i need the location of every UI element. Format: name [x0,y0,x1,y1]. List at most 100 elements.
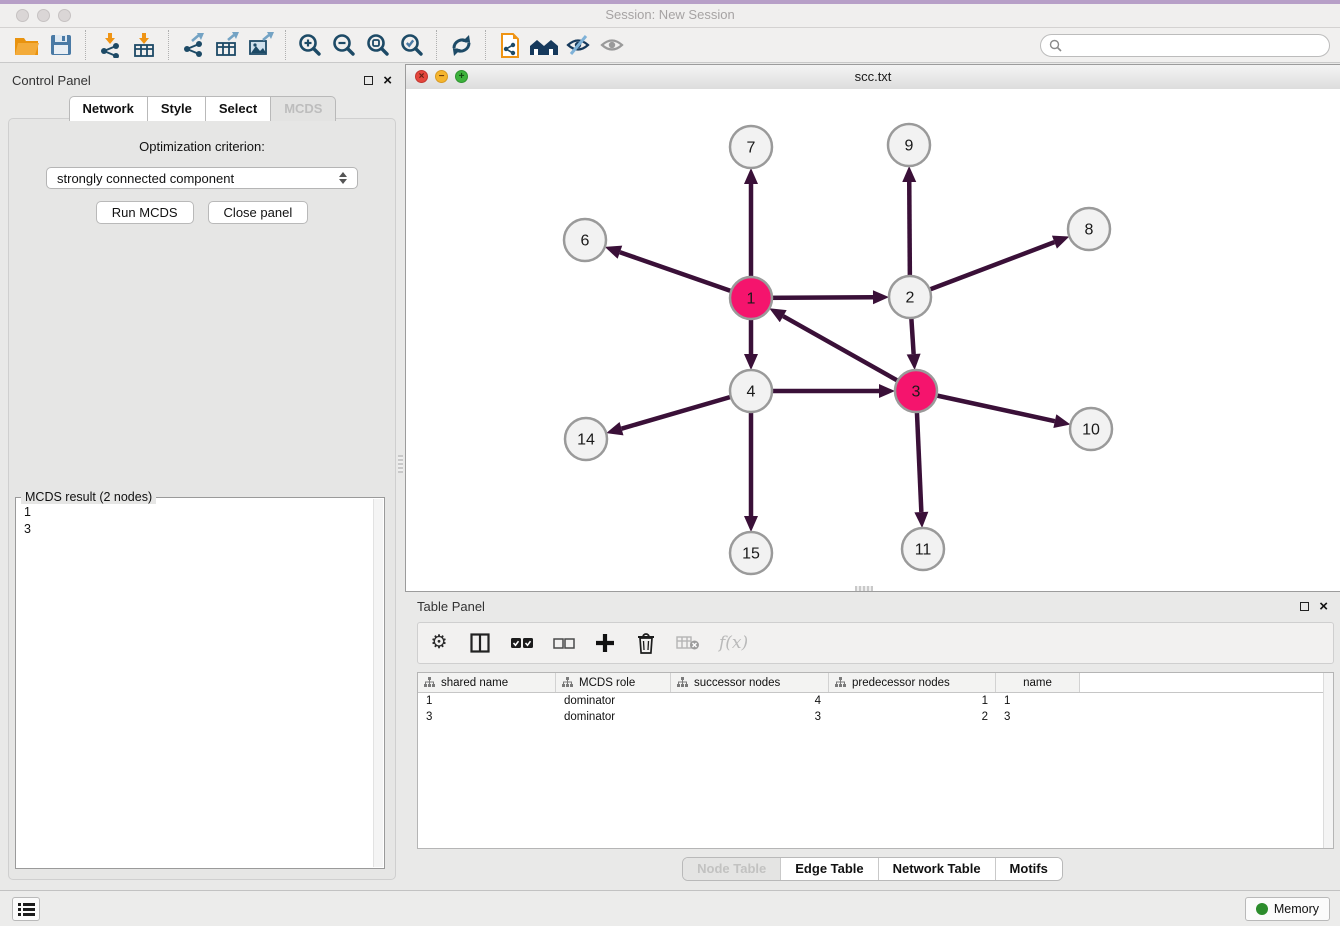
save-session-button[interactable] [44,30,78,60]
export-network-button[interactable] [176,30,210,60]
select-all-button[interactable] [510,630,534,656]
mcds-result-label: MCDS result (2 nodes) [21,490,156,504]
search-box[interactable] [1040,34,1330,57]
function-builder-button[interactable]: f(x) [719,630,748,656]
export-image-icon [248,32,274,58]
node-11[interactable]: 11 [902,528,944,570]
table-cell[interactable]: dominator [556,695,671,707]
table-row[interactable]: 3dominator323 [418,709,1333,725]
float-table-panel-icon[interactable] [1300,602,1309,611]
node-7[interactable]: 7 [730,126,772,168]
node-1[interactable]: 1 [730,277,772,319]
node-14[interactable]: 14 [565,418,607,460]
hide-selected-button[interactable] [561,30,595,60]
node-10[interactable]: 10 [1070,408,1112,450]
close-panel-icon[interactable]: × [383,76,392,85]
delete-table-button[interactable] [676,630,700,656]
tab-select[interactable]: Select [205,96,271,121]
criterion-dropdown[interactable]: strongly connected component [46,167,358,189]
result-item[interactable]: 1 [24,504,372,521]
open-file-button[interactable] [10,30,44,60]
delete-column-icon [636,632,656,654]
table-cell[interactable]: dominator [556,711,671,723]
table-cell[interactable]: 4 [671,695,829,707]
zoom-in-button[interactable] [293,30,327,60]
application-window: Session: New Session Control Panel [0,0,1340,926]
table-cell[interactable]: 3 [996,711,1080,723]
column-browse-button[interactable] [469,630,491,656]
control-panel-tabs: NetworkStyleSelectMCDS [8,96,396,121]
export-table-button[interactable] [210,30,244,60]
svg-text:11: 11 [915,542,932,559]
deselect-all-button[interactable] [553,630,575,656]
delete-column-button[interactable] [635,630,657,656]
result-item[interactable]: 3 [24,521,372,538]
network-canvas[interactable]: 7 9 6 8 1 2 4 3 14 10 15 11 [406,89,1340,591]
node-15[interactable]: 15 [730,532,772,574]
close-panel-button[interactable]: Close panel [208,201,309,224]
run-mcds-button[interactable]: Run MCDS [96,201,194,224]
column-header-name[interactable]: name [996,673,1080,692]
edge-3-1[interactable] [783,316,916,391]
control-panel-title: Control Panel [12,73,364,88]
import-network-button[interactable] [93,30,127,60]
gear-button[interactable]: ⚙ [428,630,450,656]
edge-2-8[interactable] [910,242,1054,297]
node-8[interactable]: 8 [1068,208,1110,250]
result-scrollbar[interactable] [373,499,383,867]
tab-network[interactable]: Network [69,96,148,121]
table-cell[interactable]: 1 [829,695,996,707]
search-input[interactable] [1067,37,1321,53]
export-image-button[interactable] [244,30,278,60]
memory-button[interactable]: Memory [1245,897,1330,921]
node-6[interactable]: 6 [564,219,606,261]
column-label: shared name [441,677,508,689]
vertical-splitter-grip[interactable] [398,455,403,473]
node-3[interactable]: 3 [895,370,937,412]
task-history-button[interactable] [12,897,40,921]
apply-layout-button[interactable] [444,30,478,60]
mcds-result-list[interactable]: 13 [24,504,372,864]
column-header-predecessor-nodes[interactable]: predecessor nodes [829,673,996,692]
table-cell[interactable]: 1 [418,695,556,707]
close-table-panel-icon[interactable]: × [1319,602,1328,611]
float-panel-icon[interactable] [364,76,373,85]
import-table-button[interactable] [127,30,161,60]
horizontal-splitter-grip[interactable] [855,586,873,591]
memory-status-icon [1256,903,1268,915]
tab-mcds[interactable]: MCDS [270,96,336,121]
zoom-out-button[interactable] [327,30,361,60]
tab-style[interactable]: Style [147,96,206,121]
column-header-successor-nodes[interactable]: successor nodes [671,673,829,692]
tab-node-table[interactable]: Node Table [683,858,780,880]
node-table: shared name MCDS rolesuccessor nodesprede… [417,672,1334,849]
table-cell[interactable]: 1 [996,695,1080,707]
column-header-mcds-role[interactable]: MCDS role [556,673,671,692]
table-scrollbar[interactable] [1323,673,1333,848]
window-title: Session: New Session [0,7,1340,22]
node-2[interactable]: 2 [889,276,931,318]
zoom-fit-button[interactable] [361,30,395,60]
tab-network-table[interactable]: Network Table [878,858,995,880]
node-9[interactable]: 9 [888,124,930,166]
network-view-window: × − + scc.txt 7 9 6 8 1 2 4 3 14 10 15 11 [405,64,1340,592]
tab-edge-table[interactable]: Edge Table [780,858,877,880]
new-network-from-selection-button[interactable] [493,30,527,60]
table-cell[interactable]: 3 [418,711,556,723]
table-cell[interactable]: 2 [829,711,996,723]
zoom-selected-button[interactable] [395,30,429,60]
first-neighbors-button[interactable] [527,30,561,60]
gear-icon: ⚙ [430,633,447,653]
tab-motifs[interactable]: Motifs [995,858,1062,880]
add-column-button[interactable] [594,630,616,656]
column-type-icon [677,677,688,688]
node-4[interactable]: 4 [730,370,772,412]
column-header-shared-name[interactable]: shared name [418,673,556,692]
table-cell[interactable]: 3 [671,711,829,723]
svg-text:6: 6 [581,233,590,250]
function-builder-icon: f(x) [719,633,748,653]
network-window-titlebar[interactable]: × − + scc.txt [406,65,1340,90]
column-type-icon [562,677,573,688]
table-row[interactable]: 1dominator411 [418,693,1333,709]
show-all-button[interactable] [595,30,629,60]
